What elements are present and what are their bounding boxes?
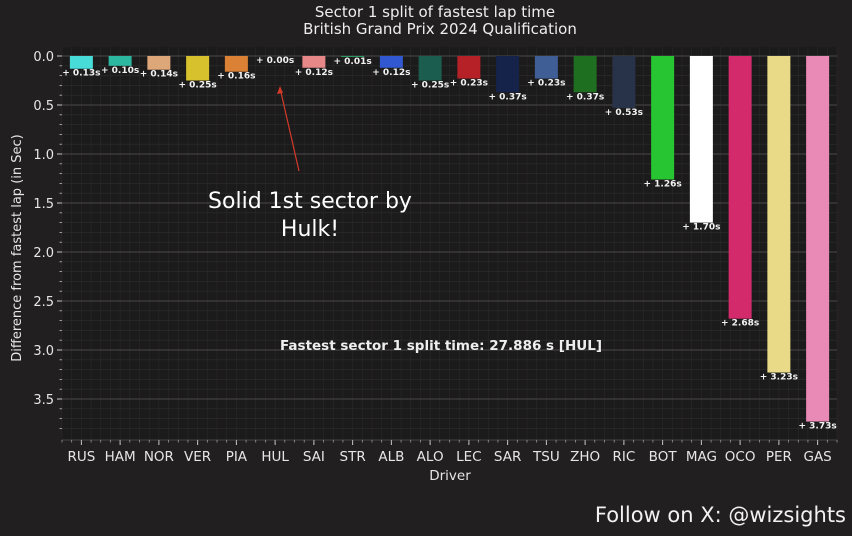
bar-value-label: + 3.23s — [760, 373, 798, 383]
x-tick-label: NOR — [144, 449, 174, 465]
bar — [147, 56, 171, 70]
bar-value-label: + 0.53s — [605, 108, 643, 118]
chart-title: Sector 1 split of fastest lap time — [315, 3, 555, 21]
bar-value-label: + 0.37s — [566, 92, 604, 102]
x-tick-label: SAI — [303, 449, 325, 465]
bar — [534, 56, 558, 79]
bar-value-label: + 1.26s — [644, 179, 682, 189]
bar-value-label: + 0.12s — [295, 68, 333, 78]
x-tick-label: OCO — [725, 449, 756, 465]
bar — [379, 56, 403, 68]
bar — [69, 56, 93, 69]
bar-value-label: + 0.01s — [334, 57, 372, 67]
y-tick-label: 0.5 — [33, 99, 54, 114]
bar — [612, 56, 636, 108]
bar-value-label: + 0.16s — [217, 72, 255, 82]
x-tick-label: ZHO — [570, 449, 600, 465]
bar — [767, 56, 791, 373]
bar-value-label: + 0.25s — [411, 81, 449, 91]
bar — [689, 56, 713, 223]
bar-chart: + 0.13s + 0.10s + 0.14s+ 0.25s+ 0.16s+ 0.0… — [0, 0, 852, 536]
y-tick-label: 2.0 — [33, 246, 54, 261]
bar-value-label: + 0.10s — [101, 66, 139, 76]
y-tick-label: 0.0 — [33, 50, 54, 65]
fastest-note: Fastest sector 1 split time: 27.886 s [H… — [280, 338, 602, 354]
x-tick-label: GAS — [803, 449, 831, 465]
bar-value-label: + 3.73s — [799, 422, 837, 432]
bar — [186, 56, 210, 81]
x-tick-label: MAG — [686, 449, 717, 465]
x-tick-label: HAM — [105, 449, 136, 465]
y-tick-label: 1.0 — [33, 148, 54, 163]
y-tick-label: 3.0 — [33, 344, 54, 359]
x-tick-label: LEC — [456, 449, 481, 465]
bar-value-label: + 1.70s — [682, 223, 720, 233]
bar-value-label: + 0.13s — [62, 69, 100, 79]
bar-value-label: + 0.23s — [450, 79, 488, 89]
bar — [457, 56, 481, 79]
x-tick-label: HUL — [261, 449, 289, 465]
chart-figure: + 0.13s + 0.10s + 0.14s + 0.25s + 0.16s + 0.0… — [0, 0, 852, 536]
y-axis-label: Difference from fastest lap (in Sec) — [10, 134, 25, 361]
bar-value-label: + 2.68s — [721, 319, 759, 329]
bar — [108, 56, 132, 66]
bar — [418, 56, 442, 81]
bar — [651, 56, 675, 180]
bar — [806, 56, 830, 422]
x-tick-label: TSU — [532, 449, 560, 465]
chart-subtitle: British Grand Prix 2024 Qualification — [303, 20, 577, 38]
x-tick-label: PIA — [226, 449, 248, 465]
x-tick-label: VER — [184, 449, 211, 465]
x-tick-label: ALO — [417, 449, 444, 465]
bar — [728, 56, 752, 319]
bar — [573, 56, 597, 93]
bar-value-label: + 0.23s — [527, 79, 565, 89]
bar — [302, 56, 326, 68]
x-tick-label: RUS — [67, 449, 95, 465]
bar — [496, 56, 520, 93]
x-tick-label: SAR — [494, 449, 521, 465]
bar-value-label: + 0.14s — [140, 70, 178, 80]
x-tick-label: PER — [766, 449, 792, 465]
x-tick-label: BOT — [649, 449, 678, 465]
x-tick-label: STR — [340, 449, 366, 465]
x-axis-label: Driver — [429, 468, 471, 484]
y-tick-label: 3.5 — [33, 393, 54, 408]
bar — [224, 56, 248, 72]
minor-grid — [61, 47, 838, 440]
x-tick-label: ALB — [378, 449, 404, 465]
bar-value-label: + 0.00s — [256, 56, 294, 66]
bar-value-label: + 0.12s — [372, 68, 410, 78]
bar-value-label: + 0.37s — [489, 92, 527, 102]
footer-credit: Follow on X: @wizsights — [594, 503, 846, 527]
y-tick-label: 1.5 — [33, 197, 54, 212]
bar-value-label: + 0.25s — [179, 81, 217, 91]
y-tick-label: 2.5 — [33, 295, 54, 310]
x-tick-label: RIC — [612, 449, 635, 465]
